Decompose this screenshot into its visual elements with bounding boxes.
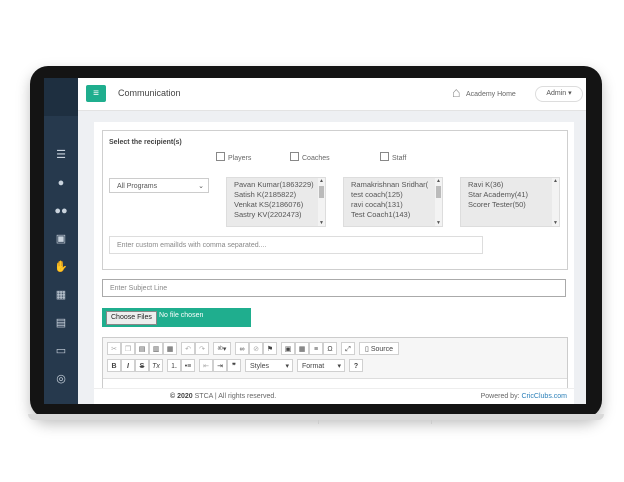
image-icon[interactable]: ▭ <box>52 344 70 358</box>
file-upload: Choose Files No file chosen <box>102 308 251 327</box>
remove-format-icon[interactable]: Tx <box>149 359 163 372</box>
caret-down-icon: ▾ <box>337 363 341 370</box>
choose-files-button[interactable]: Choose Files <box>106 311 157 325</box>
cricclubs-link[interactable]: CricClubs.com <box>521 393 567 400</box>
device-stand <box>318 420 432 424</box>
list-item[interactable]: Venkat KS(2186076) <box>227 200 325 210</box>
tablet-base <box>28 414 604 420</box>
users-icon[interactable]: ●● <box>52 204 70 218</box>
app-screen: ☰ ● ●● ▣ ✋ ▦ ▤ ▭ ◎ ≡ Communication ⌂ Aca… <box>44 78 586 404</box>
list-item[interactable]: ravi cocah(131) <box>344 200 442 210</box>
coaches-listbox[interactable]: Ramakrishnan Sridhar( test coach(125) ra… <box>343 177 443 227</box>
link-icon[interactable]: ∞ <box>235 342 249 355</box>
admin-dropdown-button[interactable]: Admin ▾ <box>535 86 583 102</box>
list-icon[interactable]: ☰ <box>52 148 70 162</box>
undo-icon[interactable]: ↶ <box>181 342 195 355</box>
video-icon[interactable]: ▣ <box>52 232 70 246</box>
scroll-thumb[interactable] <box>436 186 441 198</box>
scrollbar[interactable]: ▲ ▼ <box>552 178 559 226</box>
maximize-icon[interactable]: ⤢ <box>341 342 355 355</box>
list-item[interactable]: test coach(125) <box>344 190 442 200</box>
scroll-up-icon[interactable]: ▲ <box>553 178 558 184</box>
page-title: Communication <box>118 88 181 98</box>
custom-email-input[interactable]: Enter custom emailIds with comma separat… <box>109 236 483 254</box>
players-listbox[interactable]: Pavan Kumar(1863229) Satish K(2185822) V… <box>226 177 326 227</box>
spellcheck-icon[interactable]: ᵃᵇ▾ <box>213 342 231 355</box>
numbered-list-icon[interactable]: ⒈ <box>167 359 181 372</box>
source-icon: ▯ <box>365 346 369 353</box>
bold-icon[interactable]: B <box>107 359 121 372</box>
powered-by: Powered by: CricClubs.com <box>480 393 567 400</box>
unlink-icon[interactable]: ⊘ <box>249 342 263 355</box>
list-item[interactable]: Ravi K(36) <box>461 180 559 190</box>
indent-icon[interactable]: ⇥ <box>213 359 227 372</box>
scroll-up-icon[interactable]: ▲ <box>436 178 441 184</box>
list-item[interactable]: Sastry KV(2202473) <box>227 210 325 220</box>
recipients-panel: Select the recipient(s) Players Coaches … <box>102 130 568 270</box>
file-status: No file chosen <box>159 312 204 319</box>
staff-listbox[interactable]: Ravi K(36) Star Academy(41) Scorer Teste… <box>460 177 560 227</box>
players-checkbox[interactable]: Players <box>216 152 251 162</box>
list-item[interactable]: Pavan Kumar(1863229) <box>227 180 325 190</box>
horizontal-line-icon[interactable]: ≡ <box>309 342 323 355</box>
source-button[interactable]: ▯ Source <box>359 342 399 355</box>
blockquote-icon[interactable]: ❞ <box>227 359 241 372</box>
checkbox-box[interactable] <box>216 152 225 161</box>
program-select[interactable]: All Programs ⌄ <box>109 178 209 193</box>
list-item[interactable]: Scorer Tester(50) <box>461 200 559 210</box>
footer: © 2020 STCA | All rights reserved. Power… <box>94 388 574 404</box>
calendar-icon[interactable]: ▦ <box>52 288 70 302</box>
italic-icon[interactable]: I <box>121 359 135 372</box>
hamburger-icon: ≡ <box>93 88 99 99</box>
communication-form: Select the recipient(s) Players Coaches … <box>94 122 574 404</box>
scrollbar[interactable]: ▲ ▼ <box>435 178 442 226</box>
scroll-down-icon[interactable]: ▼ <box>553 220 558 226</box>
anchor-flag-icon[interactable]: ⚑ <box>263 342 277 355</box>
image-icon[interactable]: ▣ <box>281 342 295 355</box>
list-item[interactable]: Test Coach1(143) <box>344 210 442 220</box>
subject-input[interactable]: Enter Subject Line <box>102 279 566 297</box>
outdent-icon[interactable]: ⇤ <box>199 359 213 372</box>
id-card-icon[interactable]: ▤ <box>52 316 70 330</box>
user-icon[interactable]: ● <box>52 176 70 190</box>
table-icon[interactable]: ▦ <box>295 342 309 355</box>
sidebar: ☰ ● ●● ▣ ✋ ▦ ▤ ▭ ◎ <box>44 78 78 404</box>
staff-checkbox[interactable]: Staff <box>380 152 406 162</box>
cut-icon[interactable]: ✂ <box>107 342 121 355</box>
recipients-title: Select the recipient(s) <box>109 139 182 146</box>
scroll-down-icon[interactable]: ▼ <box>436 220 441 226</box>
coaches-checkbox[interactable]: Coaches <box>290 152 330 162</box>
strikethrough-icon[interactable]: S <box>135 359 149 372</box>
caret-down-icon: ▾ <box>568 90 572 97</box>
paste-word-icon[interactable]: ▦ <box>163 342 177 355</box>
scroll-thumb[interactable] <box>319 186 324 198</box>
home-icon: ⌂ <box>452 84 461 100</box>
thumbs-up-icon[interactable]: ✋ <box>52 260 70 274</box>
styles-dropdown[interactable]: Styles ▾ <box>245 359 293 372</box>
checkbox-box[interactable] <box>290 152 299 161</box>
list-item[interactable]: Ramakrishnan Sridhar( <box>344 180 442 190</box>
special-char-icon[interactable]: Ω <box>323 342 337 355</box>
format-dropdown[interactable]: Format ▾ <box>297 359 345 372</box>
scroll-down-icon[interactable]: ▼ <box>319 220 324 226</box>
globe-icon[interactable]: ◎ <box>52 372 70 386</box>
help-icon[interactable]: ? <box>349 359 363 372</box>
checkbox-box[interactable] <box>380 152 389 161</box>
redo-icon[interactable]: ↷ <box>195 342 209 355</box>
copyright-text: © 2020 STCA | All rights reserved. <box>170 393 277 400</box>
top-bar: ≡ Communication ⌂ Academy Home Admin ▾ <box>78 78 586 111</box>
paste-text-icon[interactable]: ▥ <box>149 342 163 355</box>
paste-icon[interactable]: ▤ <box>135 342 149 355</box>
menu-toggle-button[interactable]: ≡ <box>86 85 106 102</box>
caret-down-icon: ▾ <box>285 363 289 370</box>
sidebar-header <box>44 78 78 116</box>
list-item[interactable]: Satish K(2185822) <box>227 190 325 200</box>
scrollbar[interactable]: ▲ ▼ <box>318 178 325 226</box>
list-item[interactable]: Star Academy(41) <box>461 190 559 200</box>
chevron-down-icon: ⌄ <box>198 183 204 190</box>
scroll-up-icon[interactable]: ▲ <box>319 178 324 184</box>
bulleted-list-icon[interactable]: •≡ <box>181 359 195 372</box>
copy-icon[interactable]: ❐ <box>121 342 135 355</box>
